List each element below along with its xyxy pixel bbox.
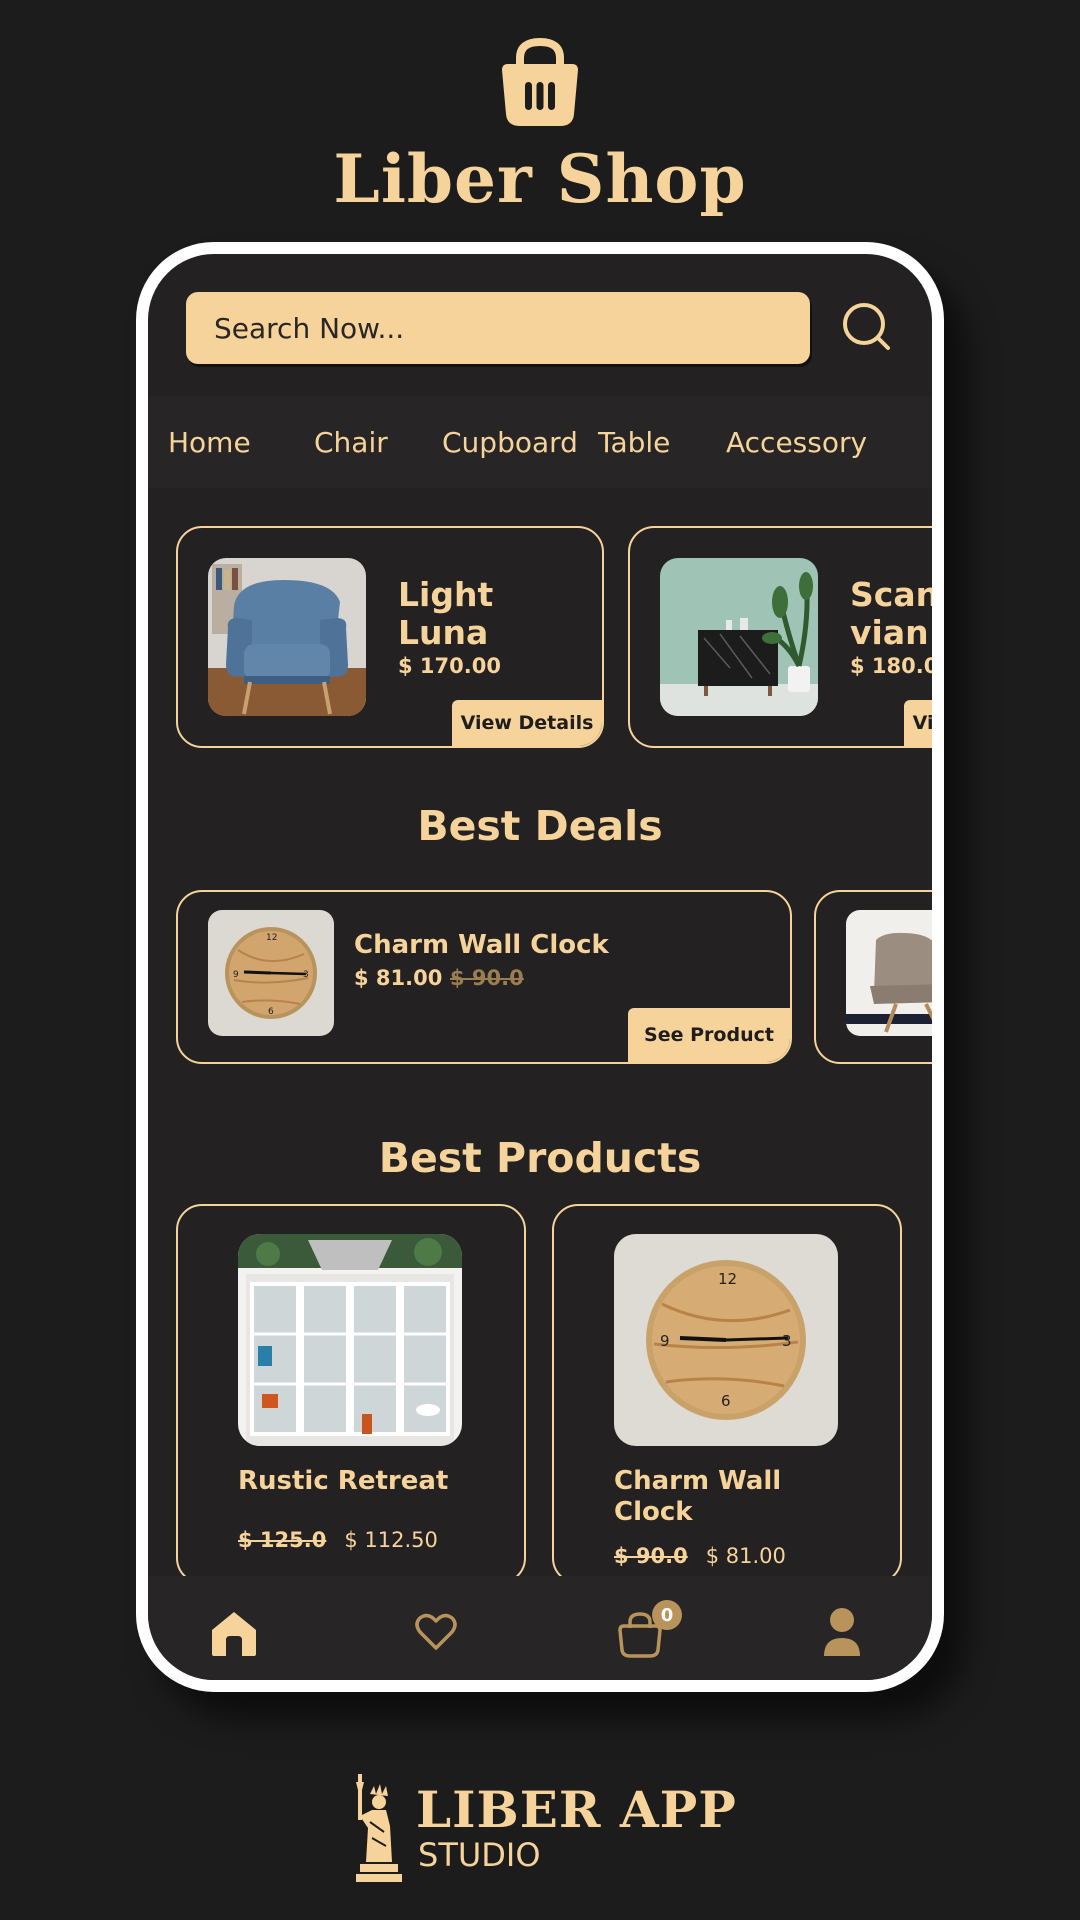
product-old-price: $ 90.0 bbox=[614, 1544, 688, 1568]
product-price: $ 81.00 bbox=[705, 1544, 786, 1568]
product-image-clock: 12 3 6 9 bbox=[614, 1234, 838, 1446]
featured-card[interactable]: Light Luna $ 170.00 View Details bbox=[176, 526, 604, 748]
home-icon[interactable] bbox=[208, 1608, 260, 1658]
deal-card[interactable] bbox=[814, 890, 932, 1064]
product-name: Charm Wall Clock bbox=[614, 1466, 782, 1527]
product-image-chair bbox=[208, 558, 366, 716]
nav-item-chair[interactable]: Chair bbox=[314, 426, 388, 459]
deal-old-price: $ 90.0 bbox=[450, 966, 524, 990]
user-icon[interactable] bbox=[822, 1606, 862, 1658]
deal-card[interactable]: 12 3 6 9 Charm Wall Clock $ 81.00 $ 90.0… bbox=[176, 890, 792, 1064]
best-products-title: Best Products bbox=[378, 1134, 702, 1182]
product-old-price: $ 125.0 bbox=[238, 1528, 327, 1552]
product-prices: $ 125.0 $ 112.50 bbox=[238, 1528, 438, 1552]
see-product-button[interactable]: See Product bbox=[628, 1008, 790, 1062]
phone-frame: Home Chair Cupboard Table Accessory bbox=[136, 242, 944, 1692]
nav-item-cupboard[interactable]: Cupboard bbox=[442, 426, 578, 459]
footer-brand-title: LIBER APP bbox=[416, 1780, 737, 1839]
product-price: $ 112.50 bbox=[344, 1528, 438, 1552]
nav-item-accessory[interactable]: Accessory bbox=[726, 426, 867, 459]
product-image-cabinet bbox=[660, 558, 818, 716]
nav-item-home[interactable]: Home bbox=[168, 426, 251, 459]
footer-brand-subtitle: STUDIO bbox=[418, 1836, 541, 1874]
search-icon[interactable] bbox=[842, 302, 892, 352]
heart-icon[interactable] bbox=[414, 1612, 458, 1652]
cart-count-badge: 0 bbox=[652, 1600, 682, 1630]
deal-price: $ 81.00 bbox=[354, 966, 443, 990]
nav-item-table[interactable]: Table bbox=[598, 426, 670, 459]
search-field[interactable] bbox=[186, 292, 810, 364]
best-deals-title: Best Deals bbox=[417, 802, 663, 850]
svg-text:9: 9 bbox=[233, 970, 239, 980]
featured-price: $ 170.00 bbox=[398, 654, 501, 678]
featured-card[interactable]: Scandi vian S $ 180.00 View Details bbox=[628, 526, 944, 748]
svg-text:3: 3 bbox=[782, 1332, 792, 1350]
product-prices: $ 90.0 $ 81.00 bbox=[614, 1544, 786, 1568]
svg-text:12: 12 bbox=[266, 933, 277, 943]
view-details-button[interactable]: View Details bbox=[904, 700, 932, 746]
svg-text:6: 6 bbox=[721, 1392, 731, 1410]
svg-text:12: 12 bbox=[718, 1270, 737, 1288]
product-card[interactable]: Rustic Retreat $ 125.0 $ 112.50 bbox=[176, 1204, 526, 1584]
svg-text:3: 3 bbox=[303, 970, 309, 980]
svg-text:6: 6 bbox=[268, 1007, 274, 1017]
product-image-clock: 12 3 6 9 bbox=[208, 910, 334, 1036]
product-card[interactable]: 12 3 6 9 Charm Wall Clock $ 90.0 $ 81.00 bbox=[552, 1204, 902, 1584]
product-name: Rustic Retreat bbox=[238, 1466, 449, 1496]
deal-name: Charm Wall Clock bbox=[354, 930, 609, 960]
product-image-armchair bbox=[846, 910, 932, 1036]
featured-name: Light Luna bbox=[398, 575, 494, 652]
statue-of-liberty-logo bbox=[356, 1774, 402, 1882]
search-input[interactable] bbox=[212, 310, 810, 346]
bottom-nav: 0 bbox=[148, 1576, 932, 1680]
view-details-button[interactable]: View Details bbox=[452, 700, 602, 746]
app-title: Liber Shop bbox=[333, 140, 747, 218]
featured-price: $ 180.00 bbox=[850, 654, 944, 678]
featured-name: Scandi vian S bbox=[850, 575, 940, 652]
category-nav: Home Chair Cupboard Table Accessory bbox=[148, 396, 932, 488]
svg-text:9: 9 bbox=[660, 1332, 670, 1350]
basket-icon bbox=[502, 37, 578, 126]
product-image-cupboard bbox=[238, 1234, 462, 1446]
